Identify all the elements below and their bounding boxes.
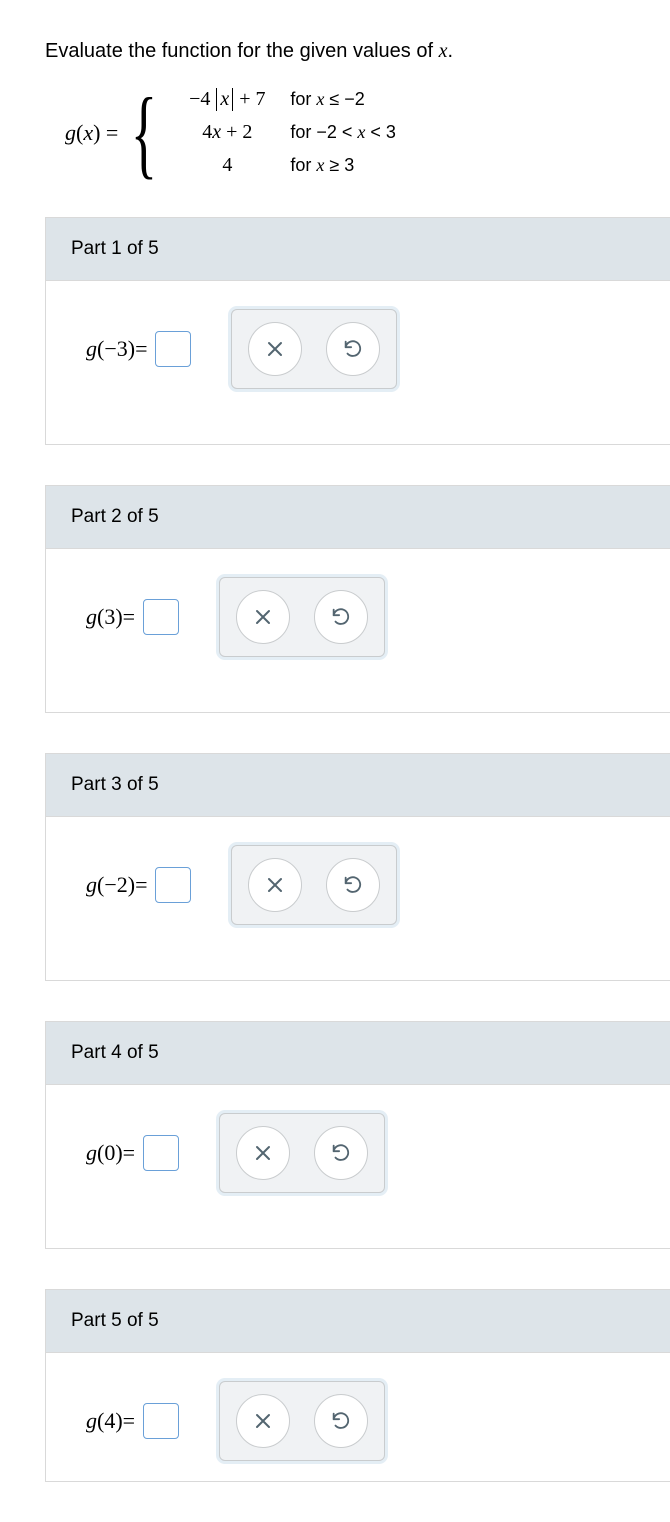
equals-sign: =: [100, 120, 118, 145]
case1-var: x: [220, 88, 229, 110]
part-2-answer-group: g(3) =: [86, 599, 179, 635]
undo-icon: [342, 338, 364, 360]
case-1-expr: −4 x + 7: [172, 88, 282, 111]
part-3-answer-input[interactable]: [155, 867, 191, 903]
part-1-arg: (−3): [97, 336, 135, 362]
case-1-cond: for x ≤ −2: [290, 89, 364, 110]
part-3-g: g: [86, 872, 97, 898]
part-1-button-group: [231, 309, 397, 389]
part-1-body: g(−3) =: [46, 281, 670, 444]
piecewise-brace: {: [131, 93, 157, 173]
part-5-answer-input[interactable]: [143, 1403, 179, 1439]
part-1-eq: =: [135, 336, 147, 362]
part-4-arg: (0): [97, 1140, 123, 1166]
case-3-expr: 4: [172, 154, 282, 177]
undo-icon: [330, 606, 352, 628]
case2-var: x: [212, 121, 221, 143]
reset-button[interactable]: [314, 590, 368, 644]
case2-cond1: −2 <: [316, 122, 357, 142]
part-4-button-group: [219, 1113, 385, 1193]
question-prompt: Evaluate the function for the given valu…: [45, 40, 670, 63]
clear-button[interactable]: [236, 1394, 290, 1448]
piecewise-cases: −4 x + 7 for x ≤ −2 4x + 2 for −2 < x < …: [172, 88, 396, 177]
case1-condrel: ≤ −2: [324, 89, 364, 109]
part-4-g: g: [86, 1140, 97, 1166]
part-2-body: g(3) =: [46, 549, 670, 712]
part-4-header: Part 4 of 5: [46, 1022, 670, 1085]
part-3-eq: =: [135, 872, 147, 898]
case1-coef: −4: [189, 88, 215, 110]
case3-condrel: ≥ 3: [324, 155, 354, 175]
part-1-header: Part 1 of 5: [46, 218, 670, 281]
prompt-text: Evaluate the function for the given valu…: [45, 40, 439, 62]
x-symbol: x: [83, 120, 93, 145]
case1-tail: + 7: [234, 88, 265, 110]
part-2-header: Part 2 of 5: [46, 486, 670, 549]
part-5-arg: (4): [97, 1408, 123, 1434]
part-5-answer-group: g(4) =: [86, 1403, 179, 1439]
case-row-1: −4 x + 7 for x ≤ −2: [172, 88, 396, 111]
case1-for: for: [290, 89, 316, 109]
part-2: Part 2 of 5 g(3) =: [45, 485, 670, 713]
undo-icon: [342, 874, 364, 896]
close-icon: [265, 875, 285, 895]
function-definition: g(x) = { −4 x + 7 for x ≤ −2 4x + 2 for …: [65, 88, 670, 177]
part-1-g: g: [86, 336, 97, 362]
part-3-body: g(−2) =: [46, 817, 670, 980]
part-5-body: g(4) =: [46, 1353, 670, 1481]
part-4: Part 4 of 5 g(0) =: [45, 1021, 670, 1249]
part-1-answer-group: g(−3) =: [86, 331, 191, 367]
part-4-eq: =: [123, 1140, 135, 1166]
part-2-arg: (3): [97, 604, 123, 630]
part-5-header: Part 5 of 5: [46, 1290, 670, 1353]
clear-button[interactable]: [236, 1126, 290, 1180]
part-2-eq: =: [123, 604, 135, 630]
case2-b: + 2: [221, 121, 252, 143]
part-1-answer-input[interactable]: [155, 331, 191, 367]
part-3-answer-group: g(−2) =: [86, 867, 191, 903]
case2-for: for: [290, 122, 316, 142]
part-4-body: g(0) =: [46, 1085, 670, 1248]
case-2-cond: for −2 < x < 3: [290, 122, 396, 143]
part-2-g: g: [86, 604, 97, 630]
clear-button[interactable]: [248, 858, 302, 912]
close-icon: [265, 339, 285, 359]
undo-icon: [330, 1142, 352, 1164]
part-4-answer-input[interactable]: [143, 1135, 179, 1171]
reset-button[interactable]: [326, 858, 380, 912]
part-2-button-group: [219, 577, 385, 657]
case-row-2: 4x + 2 for −2 < x < 3: [172, 121, 396, 144]
part-3-header: Part 3 of 5: [46, 754, 670, 817]
close-icon: [253, 607, 273, 627]
case-2-expr: 4x + 2: [172, 121, 282, 144]
part-5-g: g: [86, 1408, 97, 1434]
g-symbol: g: [65, 120, 76, 145]
case-3-cond: for x ≥ 3: [290, 155, 354, 176]
part-5: Part 5 of 5 g(4) =: [45, 1289, 670, 1482]
part-3-button-group: [231, 845, 397, 925]
reset-button[interactable]: [314, 1126, 368, 1180]
case-row-3: 4 for x ≥ 3: [172, 154, 396, 177]
undo-icon: [330, 1410, 352, 1432]
case2-a: 4: [202, 121, 212, 143]
case3-for: for: [290, 155, 316, 175]
close-icon: [253, 1411, 273, 1431]
part-5-button-group: [219, 1381, 385, 1461]
prompt-end: .: [447, 40, 453, 62]
part-1: Part 1 of 5 g(−3) =: [45, 217, 670, 445]
clear-button[interactable]: [236, 590, 290, 644]
case3-expr: 4: [222, 154, 232, 176]
close-icon: [253, 1143, 273, 1163]
reset-button[interactable]: [314, 1394, 368, 1448]
part-5-eq: =: [123, 1408, 135, 1434]
part-3-arg: (−2): [97, 872, 135, 898]
function-lhs: g(x) =: [65, 120, 118, 146]
reset-button[interactable]: [326, 322, 380, 376]
clear-button[interactable]: [248, 322, 302, 376]
part-3: Part 3 of 5 g(−2) =: [45, 753, 670, 981]
part-4-answer-group: g(0) =: [86, 1135, 179, 1171]
case2-cond2: < 3: [365, 122, 396, 142]
part-2-answer-input[interactable]: [143, 599, 179, 635]
